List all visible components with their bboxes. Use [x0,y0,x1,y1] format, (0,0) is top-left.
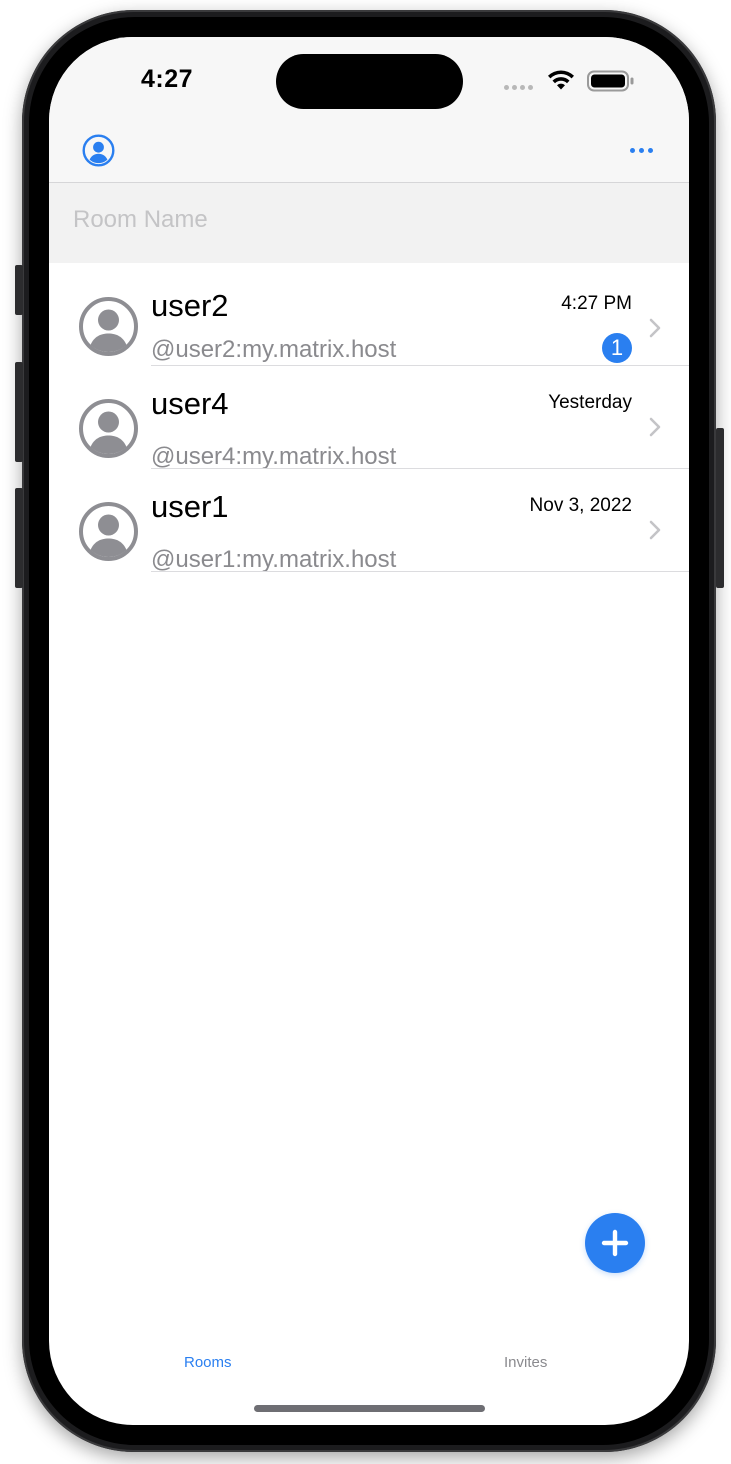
avatar-placeholder-icon [79,399,138,458]
navigation-bar [49,127,689,183]
device-power-button [716,428,724,588]
room-row-user2[interactable]: user2 @user2:my.matrix.host 4:27 PM 1 [49,263,689,366]
room-list: user2 @user2:my.matrix.host 4:27 PM 1 us… [49,263,689,573]
cellular-signal-icon [504,85,533,90]
device-action-button [15,265,23,315]
room-name-search-input[interactable] [73,199,665,241]
screen: 4:27 Room Name user2 @user2:my.matrix.ho… [49,37,689,1425]
unread-count-badge: 1 [602,333,632,363]
room-user-id: @user1:my.matrix.host [151,546,397,573]
profile-button[interactable] [81,133,115,167]
room-name: user1 [151,489,229,524]
avatar-placeholder-icon [79,502,138,561]
room-name: user4 [151,386,229,421]
room-row-user1[interactable]: user1 @user1:my.matrix.host Nov 3, 2022 [49,469,689,573]
row-divider [151,571,689,572]
person-circle-icon [81,133,115,167]
room-name: user2 [151,288,229,323]
search-bar [49,183,689,263]
ellipsis-icon [629,147,635,153]
chevron-right-icon [649,520,661,540]
more-options-button[interactable] [623,133,659,167]
plus-icon [601,1229,629,1257]
room-user-id: @user4:my.matrix.host [151,443,397,470]
tab-invites[interactable]: Invites [504,1354,547,1371]
dynamic-island [276,54,463,109]
room-last-activity: Yesterday [548,392,632,413]
new-room-button[interactable] [585,1213,645,1273]
room-row-user4[interactable]: user4 @user4:my.matrix.host Yesterday [49,366,689,470]
room-last-activity: Nov 3, 2022 [529,495,632,516]
wifi-icon [548,70,574,90]
tab-rooms[interactable]: Rooms [184,1354,232,1371]
status-time: 4:27 [141,65,194,93]
chevron-right-icon [649,417,661,437]
device-volume-up-button [15,362,23,462]
status-bar: 4:27 [49,37,689,127]
home-indicator[interactable] [254,1405,485,1412]
chevron-right-icon [649,318,661,338]
device-volume-down-button [15,488,23,588]
battery-icon [587,70,634,92]
room-user-id: @user2:my.matrix.host [151,336,397,363]
room-last-activity: 4:27 PM [561,293,632,314]
avatar-placeholder-icon [79,297,138,356]
